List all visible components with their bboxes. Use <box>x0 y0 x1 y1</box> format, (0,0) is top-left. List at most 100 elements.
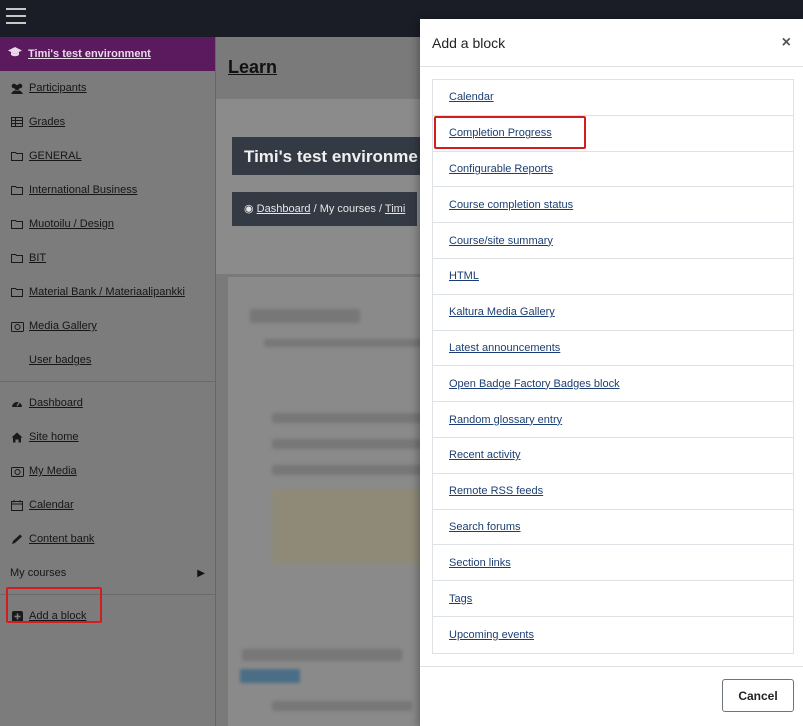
block-item-random-glossary-entry[interactable]: Random glossary entry <box>433 402 793 438</box>
block-link[interactable]: Course completion status <box>449 199 573 211</box>
blurred-heading <box>242 649 402 661</box>
media-icon <box>10 465 24 477</box>
block-link[interactable]: Search forums <box>449 521 521 533</box>
sidebar-item-site-home[interactable]: Site home <box>0 420 215 454</box>
block-item-recent-activity[interactable]: Recent activity <box>433 438 793 474</box>
modal-title: Add a block <box>432 34 506 51</box>
calendar-icon <box>10 499 24 511</box>
breadcrumb-dashboard[interactable]: Dashboard <box>257 203 311 215</box>
sidebar-item-label: Material Bank / Materiaalipankki <box>29 286 185 298</box>
block-link[interactable]: Random glossary entry <box>449 414 562 426</box>
folder-icon <box>10 218 24 230</box>
close-icon[interactable]: × <box>782 34 791 52</box>
blank-icon <box>10 354 24 366</box>
sidebar-course-header[interactable]: Timi's test environment <box>0 37 215 71</box>
highlight-box-add-block <box>6 587 102 623</box>
block-link[interactable]: Open Badge Factory Badges block <box>449 378 620 390</box>
sidebar-item-calendar[interactable]: Calendar <box>0 488 215 522</box>
blurred-heading <box>250 309 360 323</box>
blurred-activity <box>272 465 422 475</box>
sidebar-item-participants[interactable]: Participants <box>0 71 215 105</box>
media-icon <box>10 320 24 332</box>
sidebar-divider <box>0 381 215 382</box>
breadcrumb-separator: / <box>313 203 317 215</box>
dashboard-icon: ◉ <box>244 203 254 215</box>
block-item-calendar[interactable]: Calendar <box>433 80 793 116</box>
sidebar-item-material-bank[interactable]: Material Bank / Materiaalipankki <box>0 275 215 309</box>
block-item-configurable-reports[interactable]: Configurable Reports <box>433 152 793 188</box>
sidebar-item-bit[interactable]: BIT <box>0 241 215 275</box>
block-item-kaltura-media-gallery[interactable]: Kaltura Media Gallery <box>433 295 793 331</box>
block-item-tags[interactable]: Tags <box>433 581 793 617</box>
block-item-latest-announcements[interactable]: Latest announcements <box>433 331 793 367</box>
block-link[interactable]: Configurable Reports <box>449 163 553 175</box>
sidebar-item-label: GENERAL <box>29 150 82 162</box>
page-title: Learn <box>228 57 278 77</box>
sidebar-item-label: Calendar <box>29 499 74 511</box>
block-item-section-links[interactable]: Section links <box>433 545 793 582</box>
block-item-search-forums[interactable]: Search forums <box>433 510 793 546</box>
block-link[interactable]: Remote RSS feeds <box>449 485 543 497</box>
course-title-link[interactable]: Timi's test environment <box>28 48 151 60</box>
block-link[interactable]: Calendar <box>449 91 494 103</box>
modal-header: Add a block × <box>420 19 803 67</box>
block-item-open-badge-factory[interactable]: Open Badge Factory Badges block <box>433 366 793 403</box>
sidebar-item-grades[interactable]: Grades <box>0 105 215 139</box>
block-item-remote-rss-feeds[interactable]: Remote RSS feeds <box>433 474 793 510</box>
blurred-activity <box>272 413 422 423</box>
folder-icon <box>10 150 24 162</box>
sidebar-item-dashboard[interactable]: Dashboard <box>0 386 215 420</box>
block-link[interactable]: Upcoming events <box>449 629 534 641</box>
breadcrumb-current[interactable]: Timi <box>385 203 405 215</box>
home-icon <box>10 431 24 443</box>
block-link[interactable]: Latest announcements <box>449 342 560 354</box>
add-block-modal: Add a block × Calendar Completion Progre… <box>420 19 803 726</box>
block-item-course-completion-status[interactable]: Course completion status <box>433 187 793 224</box>
sidebar-item-general[interactable]: GENERAL <box>0 139 215 173</box>
sidebar-item-label: Dashboard <box>29 397 83 409</box>
my-courses-label: My courses <box>10 567 67 579</box>
block-link[interactable]: Recent activity <box>449 449 521 461</box>
cancel-button[interactable]: Cancel <box>722 679 794 712</box>
sidebar-item-my-courses[interactable]: My courses ▶ <box>0 556 215 590</box>
sidebar-item-media-gallery[interactable]: Media Gallery <box>0 309 215 343</box>
course-sidebar: Timi's test environment Participants Gra… <box>0 37 216 726</box>
block-link[interactable]: HTML <box>449 270 479 282</box>
folder-icon <box>10 286 24 298</box>
blurred-text <box>264 339 424 347</box>
caret-right-icon: ▶ <box>197 567 205 579</box>
modal-footer: Cancel <box>420 666 803 726</box>
breadcrumb-separator: / <box>379 203 383 215</box>
block-link[interactable]: Kaltura Media Gallery <box>449 306 555 318</box>
graduation-cap-icon <box>8 47 22 61</box>
highlight-box-completion-progress <box>434 116 586 149</box>
sidebar-item-label: Participants <box>29 82 87 94</box>
hamburger-menu-icon[interactable] <box>6 8 26 26</box>
sidebar-item-label: Media Gallery <box>29 320 97 332</box>
sidebar-item-my-media[interactable]: My Media <box>0 454 215 488</box>
sidebar-item-label: International Business <box>29 184 138 196</box>
dashboard-icon <box>10 397 24 409</box>
sidebar-item-user-badges[interactable]: User badges <box>0 343 215 377</box>
sidebar-item-muotoilu-design[interactable]: Muotoilu / Design <box>0 207 215 241</box>
sidebar-item-label: Content bank <box>29 533 95 545</box>
block-link[interactable]: Tags <box>449 593 472 605</box>
sidebar-item-label: Grades <box>29 116 66 128</box>
breadcrumb-my-courses[interactable]: My courses <box>320 203 376 215</box>
sidebar-item-content-bank[interactable]: Content bank <box>0 522 215 556</box>
blurred-activity <box>272 701 412 711</box>
sidebar-item-label: My Media <box>29 465 77 477</box>
sidebar-item-label: User badges <box>29 354 92 366</box>
block-link[interactable]: Section links <box>449 557 511 569</box>
sidebar-item-international-business[interactable]: International Business <box>0 173 215 207</box>
folder-icon <box>10 184 24 196</box>
breadcrumb: ◉ Dashboard / My courses / Timi <box>232 192 418 226</box>
block-link[interactable]: Course/site summary <box>449 235 553 247</box>
block-item-html[interactable]: HTML <box>433 259 793 295</box>
sidebar-item-label: BIT <box>29 252 47 264</box>
block-item-course-site-summary[interactable]: Course/site summary <box>433 223 793 259</box>
sidebar-item-label: Site home <box>29 431 79 443</box>
block-item-upcoming-events[interactable]: Upcoming events <box>433 617 793 653</box>
table-icon <box>10 116 24 128</box>
blurred-activity-group <box>272 489 422 563</box>
